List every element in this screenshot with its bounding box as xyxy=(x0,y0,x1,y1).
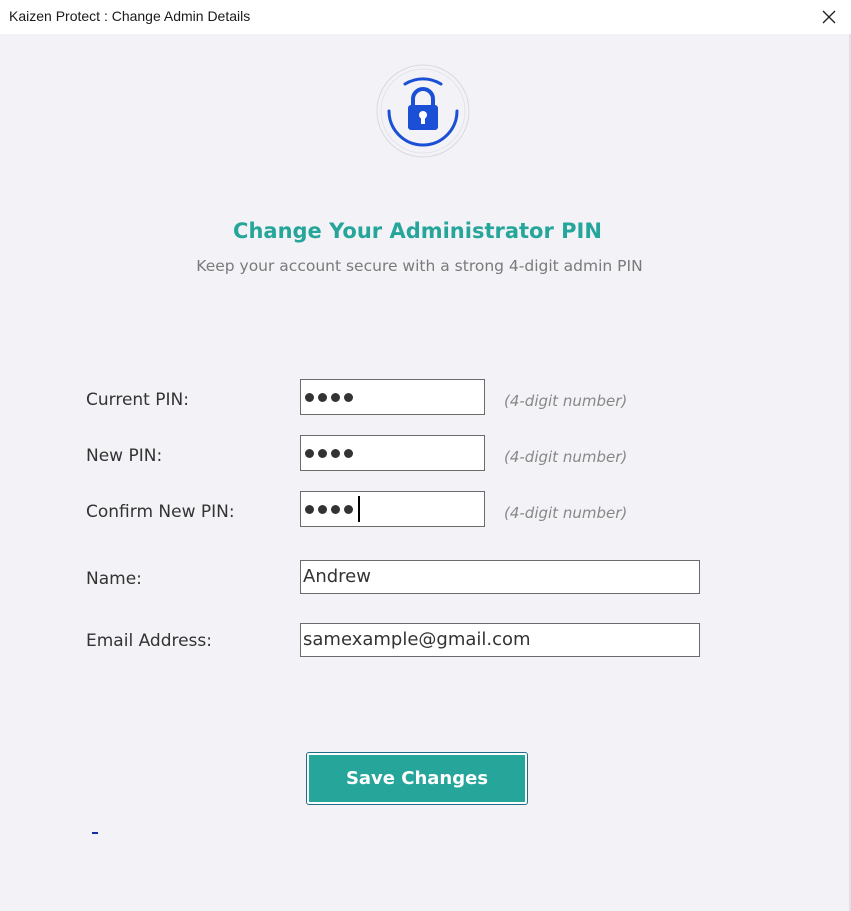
page-subtitle: Keep your account secure with a strong 4… xyxy=(196,257,643,275)
lock-icon xyxy=(375,63,471,159)
close-button[interactable] xyxy=(812,0,846,34)
confirm-pin-hint: (4-digit number) xyxy=(504,504,628,522)
email-field[interactable]: samexample@gmail.com xyxy=(300,623,700,657)
text-cursor xyxy=(358,496,360,522)
close-icon xyxy=(822,10,836,24)
new-pin-label: New PIN: xyxy=(86,446,163,466)
current-pin-label: Current PIN: xyxy=(86,390,189,410)
name-label: Name: xyxy=(86,569,142,589)
pin-mask-dot xyxy=(318,448,327,458)
pin-mask-dot xyxy=(331,392,340,402)
pin-mask-dot xyxy=(331,448,340,458)
pin-mask-dot xyxy=(318,504,327,514)
email-label: Email Address: xyxy=(86,631,212,651)
pin-mask-dot xyxy=(305,448,314,458)
pin-mask-dot xyxy=(344,392,353,402)
current-pin-field[interactable] xyxy=(300,379,485,415)
confirm-pin-field[interactable] xyxy=(300,491,485,527)
window-title: Kaizen Protect : Change Admin Details xyxy=(9,8,251,24)
pin-mask-dot xyxy=(344,448,353,458)
status-text xyxy=(92,832,98,834)
new-pin-hint: (4-digit number) xyxy=(504,448,628,466)
confirm-pin-label: Confirm New PIN: xyxy=(86,502,235,522)
pin-mask-dot xyxy=(305,504,314,514)
pin-mask-dot xyxy=(344,504,353,514)
save-changes-label: Save Changes xyxy=(309,755,525,802)
name-field[interactable]: Andrew xyxy=(300,560,700,594)
pin-mask-dot xyxy=(331,504,340,514)
page-title: Change Your Administrator PIN xyxy=(233,219,602,243)
pin-mask-dot xyxy=(305,392,314,402)
title-bar: Kaizen Protect : Change Admin Details xyxy=(0,0,851,34)
pin-mask-dot xyxy=(318,392,327,402)
current-pin-hint: (4-digit number) xyxy=(504,392,628,410)
save-changes-button[interactable]: Save Changes xyxy=(306,752,528,805)
new-pin-field[interactable] xyxy=(300,435,485,471)
